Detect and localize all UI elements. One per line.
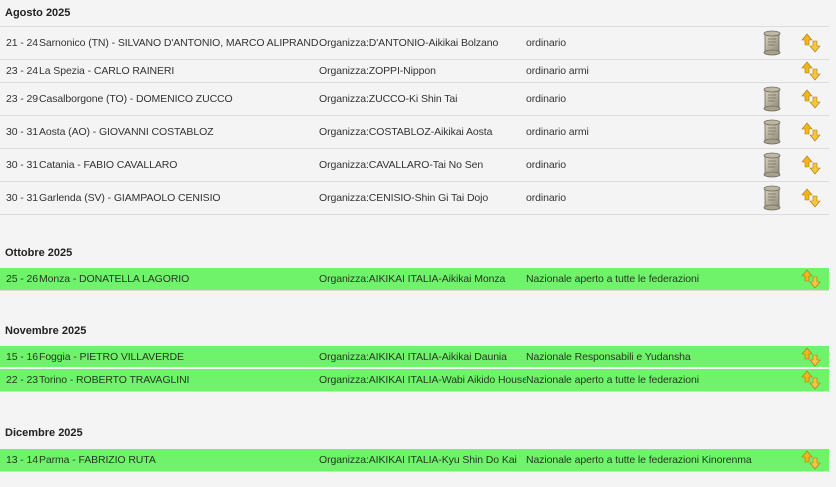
event-organizer: Organizza:AIKIKAI ITALIA-Kyu Shin Do Kai bbox=[319, 448, 526, 471]
document-cell bbox=[752, 182, 792, 215]
event-place: Parma - FABRIZIO RUTA bbox=[39, 448, 319, 471]
event-place: Garlenda (SV) - GIAMPAOLO CENISIO bbox=[39, 192, 221, 204]
event-place: Foggia - PIETRO VILLAVERDE bbox=[39, 345, 319, 368]
swap-arrows-icon[interactable] bbox=[800, 155, 821, 175]
event-place: Sarnonico (TN) - SILVANO D'ANTONIO, MARC… bbox=[39, 37, 319, 49]
event-organizer: Organizza:D'ANTONIO-Aikikai Bolzano bbox=[319, 37, 499, 49]
event-row: 30 - 31 Garlenda (SV) - GIAMPAOLO CENISIO… bbox=[0, 181, 829, 215]
swap-arrows-icon[interactable] bbox=[800, 89, 821, 109]
swap-arrows-icon[interactable] bbox=[800, 269, 821, 289]
swap-arrows-icon[interactable] bbox=[800, 347, 821, 367]
event-row: 15 - 16 Foggia - PIETRO VILLAVERDE Organiz… bbox=[0, 345, 829, 368]
event-date: 22 - 23 bbox=[0, 368, 39, 391]
month-heading: Dicembre 2025 bbox=[5, 427, 83, 439]
event-row: 25 - 26 Monza - DONATELLA LAGORIO Organizz… bbox=[0, 267, 829, 290]
swap-arrows-icon[interactable] bbox=[800, 450, 821, 470]
events-table-novembre: 15 - 16 Foggia - PIETRO VILLAVERDE Organiz… bbox=[0, 344, 829, 392]
swap-arrows-icon[interactable] bbox=[800, 370, 821, 390]
action-cell bbox=[792, 116, 829, 149]
event-organizer: Organizza:AIKIKAI ITALIA-Aikikai Daunia bbox=[319, 345, 526, 368]
action-cell bbox=[792, 448, 829, 471]
event-date: 30 - 31 bbox=[6, 192, 38, 204]
scroll-document-icon[interactable] bbox=[761, 30, 783, 56]
event-row: 23 - 29 Casalborgone (TO) - DOMENICO ZUCC… bbox=[0, 82, 829, 116]
document-cell bbox=[752, 60, 792, 83]
document-cell bbox=[752, 149, 792, 182]
event-type: Nazionale Responsabili e Yudansha bbox=[526, 345, 752, 368]
event-row: 13 - 14 Parma - FABRIZIO RUTA Organizza:AI… bbox=[0, 448, 829, 471]
event-organizer: Organizza:AIKIKAI ITALIA-Wabi Aikido Hou… bbox=[319, 368, 526, 391]
event-date: 30 - 31 bbox=[6, 159, 38, 171]
action-cell bbox=[792, 27, 829, 60]
action-cell bbox=[792, 60, 829, 83]
event-type: ordinario bbox=[526, 37, 566, 49]
event-organizer: Organizza:AIKIKAI ITALIA-Aikikai Monza bbox=[319, 267, 526, 290]
scroll-document-icon[interactable] bbox=[761, 119, 783, 145]
month-heading: Ottobre 2025 bbox=[5, 247, 73, 259]
scroll-document-icon[interactable] bbox=[761, 152, 783, 178]
event-type: ordinario bbox=[526, 192, 566, 204]
swap-arrows-icon[interactable] bbox=[800, 122, 821, 142]
events-table-agosto: 21 - 24 Sarnonico (TN) - SILVANO D'ANTONI… bbox=[0, 26, 829, 215]
event-organizer: Organizza:COSTABLOZ-Aikikai Aosta bbox=[319, 126, 493, 138]
document-cell bbox=[752, 83, 792, 116]
action-cell bbox=[792, 345, 829, 368]
event-type: ordinario bbox=[526, 93, 566, 105]
event-type: ordinario bbox=[526, 159, 566, 171]
event-place: Torino - ROBERTO TRAVAGLINI bbox=[39, 368, 319, 391]
document-cell bbox=[752, 27, 792, 60]
event-date: 13 - 14 bbox=[0, 448, 39, 471]
month-heading: Agosto 2025 bbox=[5, 7, 71, 19]
event-date: 23 - 24 bbox=[6, 65, 38, 77]
event-organizer: Organizza:CAVALLARO-Tai No Sen bbox=[319, 159, 484, 171]
action-cell bbox=[792, 83, 829, 116]
event-place: La Spezia - CARLO RAINERI bbox=[39, 65, 175, 77]
event-date: 25 - 26 bbox=[0, 267, 39, 290]
event-organizer: Organizza:ZUCCO-Ki Shin Tai bbox=[319, 93, 458, 105]
event-place: Aosta (AO) - GIOVANNI COSTABLOZ bbox=[39, 126, 214, 138]
event-date: 15 - 16 bbox=[0, 345, 39, 368]
event-date: 21 - 24 bbox=[6, 37, 38, 49]
action-cell bbox=[792, 267, 829, 290]
event-row: 22 - 23 Torino - ROBERTO TRAVAGLINI Organi… bbox=[0, 368, 829, 391]
document-cell bbox=[752, 116, 792, 149]
event-organizer: Organizza:CENISIO-Shin Gi Tai Dojo bbox=[319, 192, 489, 204]
event-row: 21 - 24 Sarnonico (TN) - SILVANO D'ANTONI… bbox=[0, 26, 829, 60]
event-row: 30 - 31 Catania - FABIO CAVALLARO Organizz… bbox=[0, 148, 829, 182]
event-type: Nazionale aperto a tutte le federazioni bbox=[526, 267, 752, 290]
event-place: Monza - DONATELLA LAGORIO bbox=[39, 267, 319, 290]
event-place: Catania - FABIO CAVALLARO bbox=[39, 159, 178, 171]
action-cell bbox=[792, 149, 829, 182]
swap-arrows-icon[interactable] bbox=[800, 188, 821, 208]
events-table-ottobre: 25 - 26 Monza - DONATELLA LAGORIO Organizz… bbox=[0, 266, 829, 291]
event-type: ordinario armi bbox=[526, 126, 589, 138]
document-cell bbox=[752, 448, 792, 471]
month-heading: Novembre 2025 bbox=[5, 325, 87, 337]
event-organizer: Organizza:ZOPPI-Nippon bbox=[319, 65, 436, 77]
events-calendar: Agosto 2025 21 - 24 Sarnonico (TN) - SILV… bbox=[0, 0, 836, 487]
event-type: Nazionale aperto a tutte le federazioni bbox=[526, 368, 752, 391]
scroll-document-icon[interactable] bbox=[761, 86, 783, 112]
events-table-dicembre: 13 - 14 Parma - FABRIZIO RUTA Organizza:AI… bbox=[0, 447, 829, 472]
scroll-document-icon[interactable] bbox=[761, 185, 783, 211]
event-row: 30 - 31 Aosta (AO) - GIOVANNI COSTABLOZ Or… bbox=[0, 115, 829, 149]
document-cell bbox=[752, 368, 792, 391]
event-place: Casalborgone (TO) - DOMENICO ZUCCO bbox=[39, 93, 233, 105]
action-cell bbox=[792, 182, 829, 215]
document-cell bbox=[752, 267, 792, 290]
swap-arrows-icon[interactable] bbox=[800, 33, 821, 53]
event-type: ordinario armi bbox=[526, 65, 589, 77]
event-type: Nazionale aperto a tutte le federazioni … bbox=[526, 448, 752, 471]
document-cell bbox=[752, 345, 792, 368]
event-row: 23 - 24 La Spezia - CARLO RAINERI Organizz… bbox=[0, 59, 829, 83]
event-date: 30 - 31 bbox=[6, 126, 38, 138]
event-date: 23 - 29 bbox=[6, 93, 38, 105]
swap-arrows-icon[interactable] bbox=[800, 61, 821, 81]
action-cell bbox=[792, 368, 829, 391]
